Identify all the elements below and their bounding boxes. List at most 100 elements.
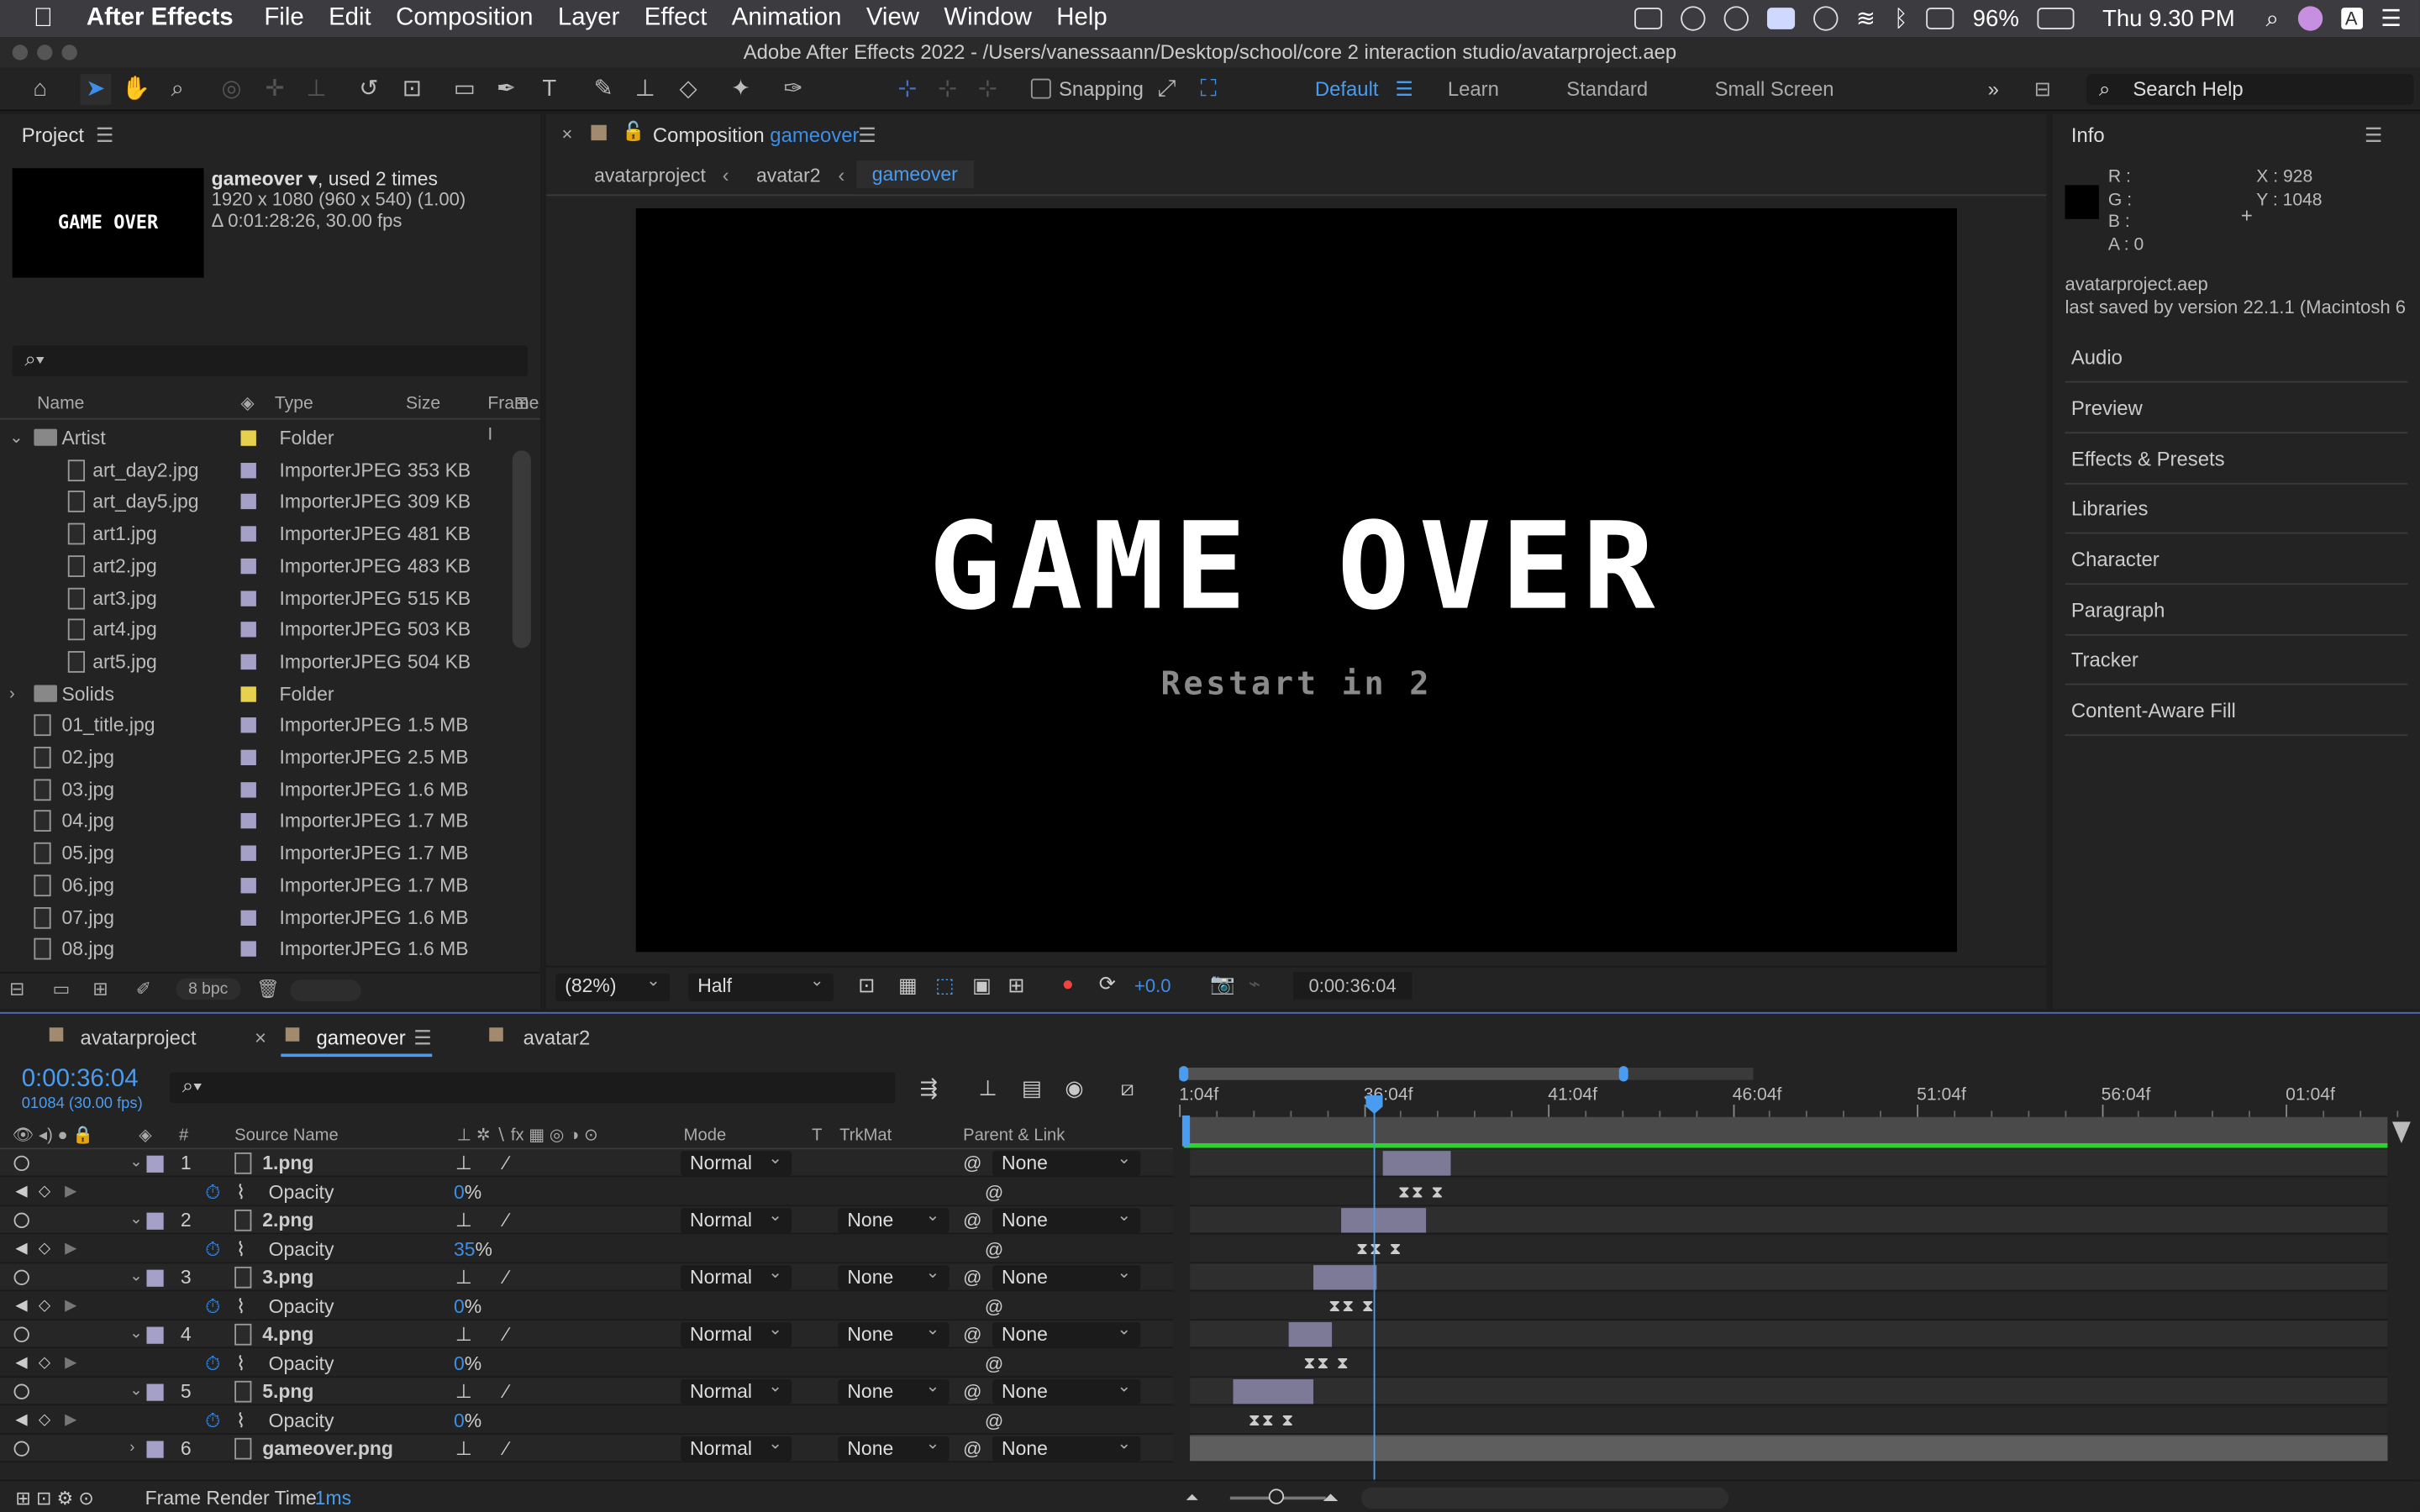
col-source-name[interactable]: Source Name bbox=[234, 1121, 339, 1149]
display-icon[interactable] bbox=[1634, 8, 1662, 29]
menu-edit[interactable]: Edit bbox=[316, 5, 383, 33]
menu-window[interactable]: Window bbox=[932, 5, 1044, 33]
menu-animation[interactable]: Animation bbox=[719, 5, 854, 33]
roto-brush-icon[interactable]: ✦ bbox=[725, 74, 756, 105]
type-tool-icon[interactable]: T bbox=[534, 74, 565, 105]
comp-marker-bin-icon[interactable] bbox=[2391, 1121, 2411, 1143]
label-swatch[interactable] bbox=[240, 813, 256, 830]
spotlight-icon[interactable]: ⌕ bbox=[2266, 5, 2279, 31]
grid-guides-icon[interactable]: ⊞ bbox=[1007, 974, 1024, 998]
frame-blending-icon[interactable]: ◉ bbox=[1065, 1075, 1083, 1101]
hand-tool-icon[interactable]: ✋ bbox=[120, 74, 151, 105]
layer-switches-toggle-icon[interactable]: ⊞ ⊡ ⚙ ⊙ bbox=[15, 1481, 94, 1512]
label-swatch[interactable] bbox=[240, 781, 256, 797]
workspace-settings-icon[interactable]: ⊟ bbox=[2034, 77, 2051, 102]
clone-stamp-icon[interactable]: ⊥ bbox=[629, 74, 660, 105]
col-parent[interactable]: Parent & Link bbox=[963, 1121, 1065, 1149]
axis-view-icon[interactable]: ⊹ bbox=[972, 74, 1003, 105]
show-snapshot-icon[interactable]: ⌁ bbox=[1249, 972, 1260, 996]
label-swatch[interactable] bbox=[240, 430, 256, 446]
pan-camera-icon[interactable]: ✛ bbox=[260, 74, 291, 105]
layer-duration-bar[interactable] bbox=[1382, 1151, 1451, 1176]
project-item-row[interactable]: art2.jpg ImporterJPEG 483 KB bbox=[0, 550, 509, 581]
work-area-start[interactable] bbox=[1181, 1115, 1191, 1147]
label-swatch[interactable] bbox=[240, 909, 256, 926]
project-item-row[interactable]: 01_title.jpg ImporterJPEG 1.5 MB bbox=[0, 710, 509, 741]
keyframe-icon[interactable]: ⧗⧗ ⧗ bbox=[1356, 1240, 1403, 1260]
label-swatch[interactable] bbox=[240, 877, 256, 894]
time-ruler[interactable]: 1:04f 36:04f 41:04f 46:04f 51:04f 56:04f 01:04… bbox=[1179, 1083, 2398, 1117]
axis-local-icon[interactable]: ⊹ bbox=[892, 74, 923, 105]
screen-share-icon[interactable] bbox=[1766, 8, 1795, 29]
project-item-row[interactable]: 02.jpg ImporterJPEG 2.5 MB bbox=[0, 742, 509, 773]
mask-visibility-icon[interactable]: ⬚ bbox=[935, 974, 955, 998]
comp-viewer[interactable]: GAME OVER Restart in 2 bbox=[635, 207, 1957, 953]
record-icon[interactable] bbox=[1812, 6, 1838, 31]
project-item-row[interactable]: 06.jpg ImporterJPEG 1.7 MB bbox=[0, 870, 509, 901]
snap-feature-icon[interactable]: ⛶ bbox=[1193, 74, 1224, 105]
project-item-row[interactable]: art3.jpg ImporterJPEG 515 KB bbox=[0, 582, 509, 613]
col-t[interactable]: T bbox=[812, 1121, 822, 1149]
project-item-row[interactable]: 04.jpg ImporterJPEG 1.7 MB bbox=[0, 806, 509, 837]
navigator-end-handle[interactable] bbox=[1618, 1066, 1628, 1082]
project-item-row[interactable]: 07.jpg ImporterJPEG 1.6 MB bbox=[0, 902, 509, 933]
timeline-hscrollbar[interactable] bbox=[1360, 1487, 1729, 1509]
switches-icons[interactable]: ⊥ ✲ ∖ fx ▦ ◎ ◑ ⊙ bbox=[457, 1121, 598, 1149]
label-swatch[interactable] bbox=[240, 622, 256, 638]
workspace-small-screen[interactable]: Small Screen bbox=[1715, 77, 1834, 101]
bluetooth-icon[interactable]: ᛒ bbox=[1894, 5, 1908, 31]
airplay-icon[interactable] bbox=[1926, 8, 1954, 29]
label-swatch[interactable] bbox=[240, 654, 256, 669]
layer-duration-bar[interactable] bbox=[1233, 1379, 1313, 1404]
workspace-learn[interactable]: Learn bbox=[1448, 77, 1499, 101]
project-item-row[interactable]: art_day2.jpg ImporterJPEG 353 KB bbox=[0, 454, 509, 486]
puppet-pin-icon[interactable]: ✑ bbox=[778, 74, 809, 105]
av-features-icon[interactable]: 👁 ◂) ● 🔒 bbox=[13, 1121, 94, 1149]
keyframe-icon[interactable]: ⧗⧗ ⧗ bbox=[1249, 1411, 1296, 1431]
menu-composition[interactable]: Composition bbox=[383, 5, 545, 33]
project-item-row[interactable]: 08.jpg ImporterJPEG 1.6 MB bbox=[0, 934, 509, 963]
navigator-start-handle[interactable] bbox=[1179, 1066, 1189, 1082]
layer-track[interactable] bbox=[1190, 1149, 2388, 1178]
current-time-indicator[interactable] bbox=[1373, 1095, 1376, 1482]
label-swatch[interactable] bbox=[240, 590, 256, 606]
label-swatch[interactable] bbox=[240, 462, 256, 478]
breadcrumb-avatar2[interactable]: avatar2 bbox=[756, 165, 821, 187]
battery-icon[interactable] bbox=[2037, 8, 2075, 29]
new-comp-icon[interactable]: ⊞ bbox=[92, 978, 108, 1000]
workspace-default[interactable]: Default bbox=[1315, 77, 1379, 101]
project-menu-icon[interactable]: ☰ bbox=[96, 123, 113, 148]
col-size[interactable]: Size bbox=[406, 389, 440, 420]
breadcrumb-avatarproject[interactable]: avatarproject bbox=[594, 165, 706, 187]
comp-mini-flowchart-icon[interactable]: ⇶ bbox=[920, 1075, 939, 1101]
axis-world-icon[interactable]: ⊹ bbox=[932, 74, 963, 105]
project-item-row[interactable]: 03.jpg ImporterJPEG 1.6 MB bbox=[0, 774, 509, 805]
flowchart-icon[interactable]: ⊞ bbox=[514, 389, 529, 420]
tab-avatar2[interactable]: avatar2 bbox=[523, 1026, 591, 1049]
col-trkmat[interactable]: TrkMat bbox=[839, 1121, 892, 1149]
zoom-tool-icon[interactable]: ⌕ bbox=[162, 74, 193, 105]
panel-effects-presets[interactable]: Effects & Presets bbox=[2065, 435, 2408, 485]
project-item-row[interactable]: art1.jpg ImporterJPEG 481 KB bbox=[0, 518, 509, 549]
bit-depth-button[interactable]: 8 bpc bbox=[176, 978, 240, 1000]
menu-app-name[interactable]: After Effects bbox=[74, 5, 251, 33]
dolly-camera-icon[interactable]: ⊥ bbox=[301, 74, 332, 105]
comp-menu-icon[interactable]: ☰ bbox=[858, 123, 876, 148]
close-panel-icon[interactable]: × bbox=[562, 123, 573, 145]
project-item-row[interactable]: art5.jpg ImporterJPEG 504 KB bbox=[0, 646, 509, 677]
resolution-select[interactable]: Half bbox=[688, 969, 834, 1002]
layer-track[interactable] bbox=[1190, 1206, 2388, 1235]
region-of-interest-icon[interactable]: ▣ bbox=[972, 974, 992, 998]
input-source-icon[interactable]: A bbox=[2340, 8, 2363, 29]
zoom-out-icon[interactable]: ⏶ bbox=[1186, 1481, 1199, 1512]
label-swatch[interactable] bbox=[240, 717, 256, 733]
panel-audio[interactable]: Audio bbox=[2065, 333, 2408, 383]
more-workspaces-icon[interactable]: » bbox=[1988, 77, 1999, 101]
label-swatch[interactable] bbox=[240, 558, 256, 574]
menu-help[interactable]: Help bbox=[1044, 5, 1120, 33]
search-help-input[interactable]: ⌕ Search Help bbox=[2086, 74, 2414, 105]
channels-icon[interactable]: ● bbox=[1062, 972, 1074, 995]
work-area-bar[interactable] bbox=[1183, 1116, 2388, 1145]
graph-editor-icon[interactable]: ⧄ bbox=[1120, 1075, 1134, 1101]
label-column-icon[interactable]: ◈ bbox=[139, 1121, 152, 1149]
